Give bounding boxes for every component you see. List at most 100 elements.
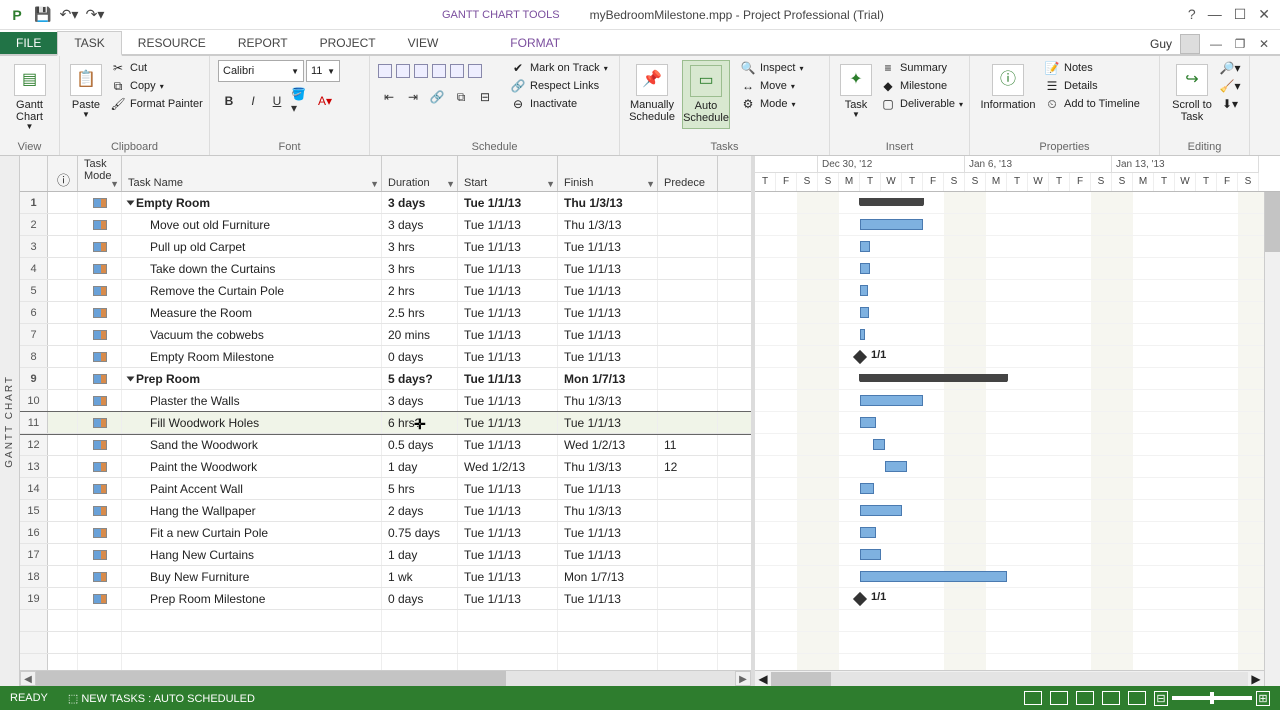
grid-scrollbar[interactable]: ◀▶ — [20, 670, 751, 686]
format-painter-button[interactable]: 🖌Format Painter — [110, 96, 203, 112]
row-id[interactable]: 10 — [20, 390, 48, 411]
col-finish[interactable]: Finish▼ — [558, 156, 658, 191]
unlink-button[interactable]: ⧉ — [450, 86, 472, 108]
row-id[interactable]: 15 — [20, 500, 48, 521]
tab-view[interactable]: VIEW — [392, 32, 455, 54]
table-row[interactable]: 2Move out old Furniture3 daysTue 1/1/13T… — [20, 214, 751, 236]
tab-resource[interactable]: RESOURCE — [122, 32, 222, 54]
row-mode[interactable] — [78, 324, 122, 345]
chart-row[interactable] — [755, 368, 1280, 390]
row-id[interactable]: 18 — [20, 566, 48, 587]
finish-cell[interactable]: Thu 1/3/13 — [558, 500, 658, 521]
scroll-to-task-button[interactable]: ↪Scroll to Task — [1168, 60, 1216, 127]
table-row[interactable]: 18Buy New Furniture1 wkTue 1/1/13Mon 1/7… — [20, 566, 751, 588]
split-button[interactable]: ⊟ — [474, 86, 496, 108]
save-icon[interactable]: 💾 — [32, 4, 54, 26]
pred-cell[interactable] — [658, 566, 718, 587]
row-mode[interactable] — [78, 346, 122, 367]
start-cell[interactable]: Tue 1/1/13 — [458, 368, 558, 389]
col-start[interactable]: Start▼ — [458, 156, 558, 191]
col-task-name[interactable]: Task Name▼ — [122, 156, 382, 191]
chart-row[interactable]: 1/1 — [755, 346, 1280, 368]
row-id[interactable]: 3 — [20, 236, 48, 257]
finish-cell[interactable]: Wed 1/2/13 — [558, 434, 658, 455]
row-mode[interactable] — [78, 456, 122, 477]
task-name-cell[interactable]: Prep Room — [122, 368, 382, 389]
duration-cell[interactable]: 1 wk — [382, 566, 458, 587]
table-row[interactable]: 6Measure the Room2.5 hrsTue 1/1/13Tue 1/… — [20, 302, 751, 324]
table-row[interactable]: 11Fill Woodwork Holes6 hrs?Tue 1/1/13Tue… — [20, 412, 751, 434]
chart-row[interactable] — [755, 478, 1280, 500]
pred-cell[interactable] — [658, 236, 718, 257]
chart-row[interactable] — [755, 192, 1280, 214]
doc-restore-icon[interactable]: ❐ — [1232, 36, 1248, 52]
user-name[interactable]: Guy — [1150, 37, 1172, 51]
timeline-button[interactable]: ⏲Add to Timeline — [1044, 96, 1140, 112]
finish-cell[interactable]: Tue 1/1/13 — [558, 588, 658, 609]
duration-cell[interactable]: 0 days — [382, 346, 458, 367]
start-cell[interactable]: Tue 1/1/13 — [458, 214, 558, 235]
row-id[interactable]: 1 — [20, 192, 48, 213]
gantt-chart-button[interactable]: ▤Gantt Chart▼ — [8, 60, 51, 136]
user-avatar-icon[interactable] — [1180, 34, 1200, 54]
chart-row[interactable]: 1/1 — [755, 588, 1280, 610]
finish-cell[interactable]: Thu 1/3/13 — [558, 192, 658, 213]
table-row[interactable]: 19Prep Room Milestone0 daysTue 1/1/13Tue… — [20, 588, 751, 610]
table-row[interactable]: 13Paint the Woodwork1 dayWed 1/2/13Thu 1… — [20, 456, 751, 478]
task-name-cell[interactable]: Take down the Curtains — [122, 258, 382, 279]
finish-cell[interactable]: Tue 1/1/13 — [558, 236, 658, 257]
row-mode[interactable] — [78, 588, 122, 609]
chart-row[interactable] — [755, 390, 1280, 412]
row-id[interactable]: 12 — [20, 434, 48, 455]
summary-button[interactable]: ≡Summary — [880, 60, 963, 76]
inspect-button[interactable]: 🔍Inspect▾ — [740, 60, 803, 76]
row-id[interactable]: 16 — [20, 522, 48, 543]
row-mode[interactable] — [78, 192, 122, 213]
font-size-select[interactable]: 11▼ — [306, 60, 340, 82]
task-name-cell[interactable]: Buy New Furniture — [122, 566, 382, 587]
duration-cell[interactable]: 3 days — [382, 192, 458, 213]
row-id[interactable]: 6 — [20, 302, 48, 323]
duration-cell[interactable]: 0.75 days — [382, 522, 458, 543]
find-button[interactable]: 🔎▾ — [1222, 60, 1238, 76]
paste-button[interactable]: 📋Paste▼ — [68, 60, 104, 124]
deliverable-button[interactable]: ▢Deliverable▾ — [880, 96, 963, 112]
view-team-planner-icon[interactable] — [1076, 691, 1094, 705]
duration-cell[interactable]: 3 hrs — [382, 236, 458, 257]
row-mode[interactable] — [78, 258, 122, 279]
chart-row[interactable] — [755, 500, 1280, 522]
tab-report[interactable]: REPORT — [222, 32, 304, 54]
cut-button[interactable]: ✂Cut — [110, 60, 203, 76]
row-mode[interactable] — [78, 368, 122, 389]
row-mode[interactable] — [78, 434, 122, 455]
auto-schedule-button[interactable]: ▭Auto Schedule — [682, 60, 730, 129]
chart-row[interactable] — [755, 434, 1280, 456]
tab-task[interactable]: TASK — [57, 31, 121, 56]
duration-cell[interactable]: 1 day — [382, 456, 458, 477]
task-name-cell[interactable]: Fit a new Curtain Pole — [122, 522, 382, 543]
finish-cell[interactable]: Thu 1/3/13 — [558, 214, 658, 235]
chart-row[interactable] — [755, 522, 1280, 544]
view-report-icon[interactable] — [1128, 691, 1146, 705]
zoom-slider[interactable]: ⊟⊞ — [1154, 691, 1270, 706]
italic-button[interactable]: I — [242, 90, 264, 112]
move-button[interactable]: ↔Move▾ — [740, 78, 803, 94]
chart-row[interactable] — [755, 566, 1280, 588]
start-cell[interactable]: Tue 1/1/13 — [458, 302, 558, 323]
duration-cell[interactable]: 2 days — [382, 500, 458, 521]
task-name-cell[interactable]: Empty Room Milestone — [122, 346, 382, 367]
task-name-cell[interactable]: Hang New Curtains — [122, 544, 382, 565]
pred-cell[interactable] — [658, 324, 718, 345]
mark-on-track-button[interactable]: ✔Mark on Track▾ — [510, 60, 608, 76]
pred-cell[interactable]: 11 — [658, 434, 718, 455]
finish-cell[interactable]: Tue 1/1/13 — [558, 324, 658, 345]
duration-cell[interactable]: 3 days — [382, 214, 458, 235]
pred-cell[interactable] — [658, 192, 718, 213]
close-icon[interactable]: ✕ — [1258, 6, 1270, 23]
duration-cell[interactable]: 5 days? — [382, 368, 458, 389]
row-mode[interactable] — [78, 566, 122, 587]
row-id[interactable]: 19 — [20, 588, 48, 609]
row-mode[interactable] — [78, 302, 122, 323]
table-row[interactable]: 15Hang the Wallpaper2 daysTue 1/1/13Thu … — [20, 500, 751, 522]
duration-cell[interactable]: 0 days — [382, 588, 458, 609]
